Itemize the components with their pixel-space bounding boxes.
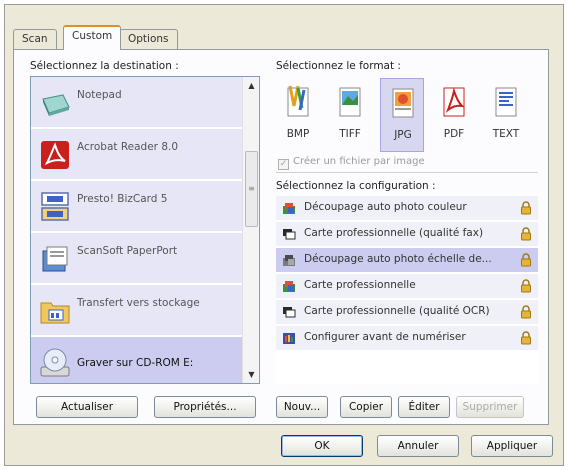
scroll-up-icon[interactable]: ▲ [243, 77, 259, 94]
color-photo-icon [283, 281, 295, 292]
bizcard-icon [41, 192, 69, 221]
destination-item-burn-cdrom[interactable]: Graver sur CD-ROM E: [31, 337, 243, 383]
acrobat-icon [41, 141, 69, 169]
destination-item-notepad[interactable]: Notepad [31, 77, 243, 129]
card-icon [283, 229, 296, 240]
lock-icon [521, 227, 531, 241]
ok-button[interactable]: OK [281, 435, 363, 457]
config-label: Carte professionnelle (qualité fax) [304, 227, 484, 239]
edit-button[interactable]: Éditer [398, 396, 450, 418]
tiff-icon [339, 87, 361, 117]
config-item[interactable]: Configurer avant de numériser [276, 326, 538, 350]
destination-item-transfer-storage[interactable]: Transfert vers stockage [31, 285, 243, 337]
one-file-per-image-checkbox[interactable]: ✓ Créer un fichier par image [278, 156, 425, 170]
lock-icon [521, 331, 531, 345]
delete-button[interactable]: Supprimer [456, 396, 524, 418]
destination-label: Notepad [77, 89, 122, 101]
config-label: Carte professionnelle (qualité OCR) [304, 305, 490, 317]
cancel-button[interactable]: Annuler [377, 435, 459, 457]
tab-options[interactable]: Options [119, 29, 178, 49]
config-label: Carte professionnelle [304, 279, 416, 291]
format-label: JPG [394, 129, 412, 141]
format-pdf[interactable]: PDF [432, 78, 476, 152]
config-label: Configurer avant de numériser [304, 331, 466, 343]
format-jpg[interactable]: JPG [380, 78, 424, 152]
configure-icon [283, 333, 295, 344]
apply-button[interactable]: Appliquer [471, 435, 553, 457]
scroll-grip: ≡ [248, 184, 255, 193]
refresh-button[interactable]: Actualiser [36, 396, 138, 418]
destination-list[interactable]: Notepad Acrobat Reader 8.0 Presto! BizCa… [30, 76, 260, 384]
tab-custom[interactable]: Custom [63, 25, 122, 50]
config-label: Découpage auto photo échelle de... [304, 253, 492, 265]
tab-options-label: Options [128, 33, 169, 45]
scroll-down-icon[interactable]: ▼ [243, 366, 259, 383]
format-label: TIFF [339, 128, 361, 140]
gray-photo-icon [283, 255, 295, 266]
destination-heading: Sélectionnez la destination : [30, 60, 179, 72]
properties-button[interactable]: Propriétés... [154, 396, 256, 418]
destination-item-bizcard[interactable]: Presto! BizCard 5 [31, 181, 243, 233]
tab-scan[interactable]: Scan [13, 29, 57, 49]
storage-icon [40, 302, 70, 324]
text-icon [495, 87, 517, 117]
config-item[interactable]: Carte professionnelle [276, 274, 538, 298]
bmp-icon [287, 85, 309, 117]
format-label: BMP [286, 128, 310, 140]
destination-item-paperport[interactable]: ScanSoft PaperPort [31, 233, 243, 285]
config-item[interactable]: Découpage auto photo échelle de... [276, 248, 538, 272]
new-button[interactable]: Nouv... [276, 396, 328, 418]
destination-scrollbar[interactable]: ▲ ≡ ▼ [242, 77, 259, 383]
destination-label: Transfert vers stockage [77, 297, 200, 309]
tab-scan-label: Scan [22, 33, 48, 45]
cdrom-icon [40, 348, 70, 377]
format-divider [276, 172, 538, 173]
card-icon [283, 307, 296, 318]
notepad-icon [42, 94, 70, 116]
lock-icon [521, 305, 531, 319]
pdf-icon [443, 87, 465, 117]
destination-label: Presto! BizCard 5 [77, 193, 168, 205]
configuration-list[interactable]: Découpage auto photo couleur Carte profe… [276, 196, 538, 384]
format-label: PDF [443, 128, 465, 140]
format-heading: Sélectionnez le format : [276, 60, 401, 72]
lock-icon [521, 279, 531, 293]
lock-icon [521, 201, 531, 215]
tab-custom-label: Custom [72, 30, 113, 42]
destination-label: ScanSoft PaperPort [77, 245, 178, 257]
color-photo-icon [283, 203, 295, 214]
checkbox-label: Créer un fichier par image [293, 156, 425, 167]
config-label: Découpage auto photo couleur [304, 201, 467, 213]
format-selector: BMP TIFF JPG PDF TEXT [276, 76, 538, 154]
configuration-heading: Sélectionnez la configuration : [276, 180, 436, 192]
format-tiff[interactable]: TIFF [328, 78, 372, 152]
check-icon: ✓ [278, 159, 289, 170]
format-label: TEXT [492, 128, 520, 140]
copy-button[interactable]: Copier [340, 396, 392, 418]
format-text[interactable]: TEXT [484, 78, 528, 152]
config-item[interactable]: Carte professionnelle (qualité fax) [276, 222, 538, 246]
custom-tab-panel: Sélectionnez la destination : Notepad Ac… [13, 49, 549, 425]
paperport-icon [42, 246, 68, 272]
lock-icon [521, 253, 531, 267]
config-item[interactable]: Découpage auto photo couleur [276, 196, 538, 220]
format-bmp[interactable]: BMP [276, 78, 320, 152]
scroll-thumb[interactable]: ≡ [245, 151, 258, 227]
jpg-icon [392, 88, 414, 118]
destination-label: Graver sur CD-ROM E: [77, 357, 194, 369]
scan-configuration-dialog: Scan Custom Options Sélectionnez la dest… [4, 4, 564, 466]
destination-item-acrobat-reader[interactable]: Acrobat Reader 8.0 [31, 129, 243, 181]
destination-label: Acrobat Reader 8.0 [77, 141, 179, 153]
config-item[interactable]: Carte professionnelle (qualité OCR) [276, 300, 538, 324]
